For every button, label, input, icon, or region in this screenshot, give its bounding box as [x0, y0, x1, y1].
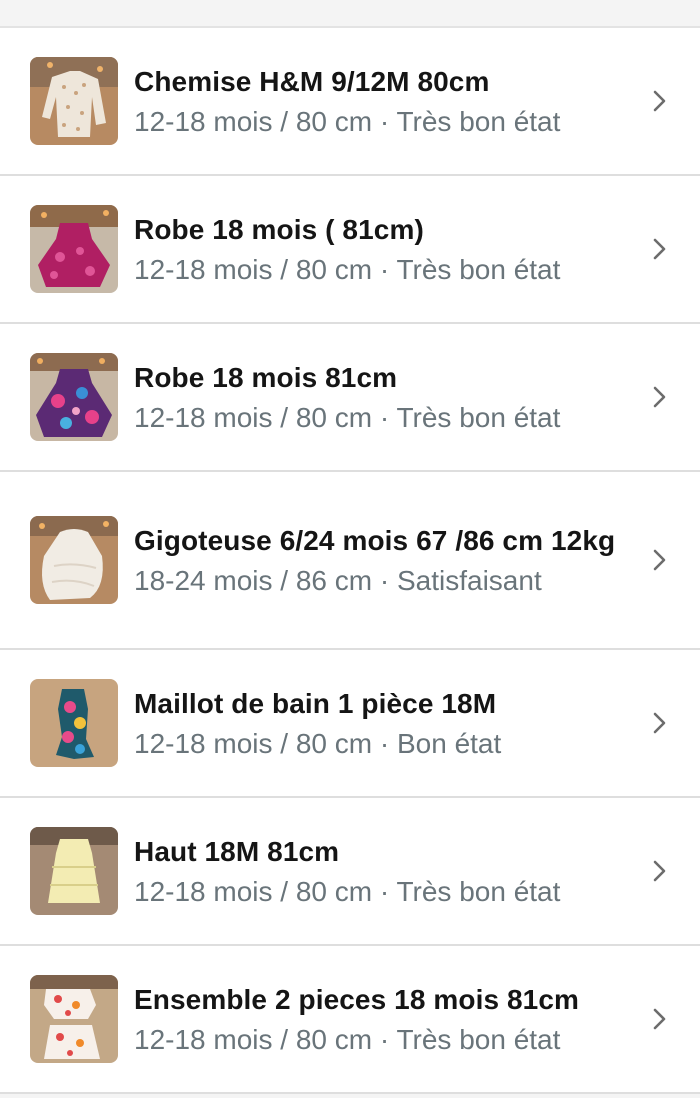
- item-list: Chemise H&M 9/12M 80cm 12-18 mois / 80 c…: [0, 26, 700, 1094]
- item-subtitle: 18-24 mois / 86 cm · Satisfaisant: [134, 564, 542, 596]
- item-subtitle: 12-18 mois / 80 cm · Très bon état: [134, 105, 561, 137]
- chevron-right-icon: [648, 1007, 672, 1031]
- item-title: Ensemble 2 pieces 18 mois 81cm: [134, 983, 580, 1015]
- item-title: Robe 18 mois 81cm: [134, 361, 398, 393]
- item-thumbnail: [30, 57, 118, 145]
- item-thumbnail: [30, 827, 118, 915]
- chevron-right-icon: [648, 548, 672, 572]
- item-subtitle: 12-18 mois / 80 cm · Très bon état: [134, 253, 561, 285]
- item-title: Maillot de bain 1 pièce 18M: [134, 687, 497, 719]
- list-item[interactable]: Chemise H&M 9/12M 80cm 12-18 mois / 80 c…: [0, 28, 700, 176]
- item-thumbnail: [30, 516, 118, 604]
- chevron-right-icon: [648, 711, 672, 735]
- item-subtitle: 12-18 mois / 80 cm · Très bon état: [134, 1023, 561, 1055]
- chevron-right-icon: [648, 237, 672, 261]
- item-thumbnail: [30, 205, 118, 293]
- item-title: Haut 18M 81cm: [134, 835, 340, 867]
- item-subtitle: 12-18 mois / 80 cm · Très bon état: [134, 875, 561, 907]
- list-item[interactable]: Maillot de bain 1 pièce 18M 12-18 mois /…: [0, 650, 700, 798]
- list-item[interactable]: Gigoteuse 6/24 mois 67 /86 cm 12kg 18-24…: [0, 472, 700, 650]
- list-item[interactable]: Robe 18 mois 81cm 12-18 mois / 80 cm · T…: [0, 324, 700, 472]
- item-subtitle: 12-18 mois / 80 cm · Très bon état: [134, 401, 561, 433]
- list-item[interactable]: Robe 18 mois ( 81cm) 12-18 mois / 80 cm …: [0, 176, 700, 324]
- chevron-right-icon: [648, 385, 672, 409]
- item-title: Robe 18 mois ( 81cm): [134, 213, 424, 245]
- item-thumbnail: [30, 679, 118, 767]
- list-item[interactable]: Haut 18M 81cm 12-18 mois / 80 cm · Très …: [0, 798, 700, 946]
- chevron-right-icon: [648, 859, 672, 883]
- item-title: Gigoteuse 6/24 mois 67 /86 cm 12kg: [134, 524, 616, 556]
- item-thumbnail: [30, 353, 118, 441]
- list-item[interactable]: Ensemble 2 pieces 18 mois 81cm 12-18 moi…: [0, 946, 700, 1094]
- item-subtitle: 12-18 mois / 80 cm · Bon état: [134, 727, 502, 759]
- item-thumbnail: [30, 975, 118, 1063]
- item-title: Chemise H&M 9/12M 80cm: [134, 65, 490, 97]
- bottom-spacer: [0, 1094, 700, 1098]
- listings-page: Chemise H&M 9/12M 80cm 12-18 mois / 80 c…: [0, 0, 700, 1098]
- chevron-right-icon: [648, 89, 672, 113]
- top-spacer: [0, 0, 700, 26]
